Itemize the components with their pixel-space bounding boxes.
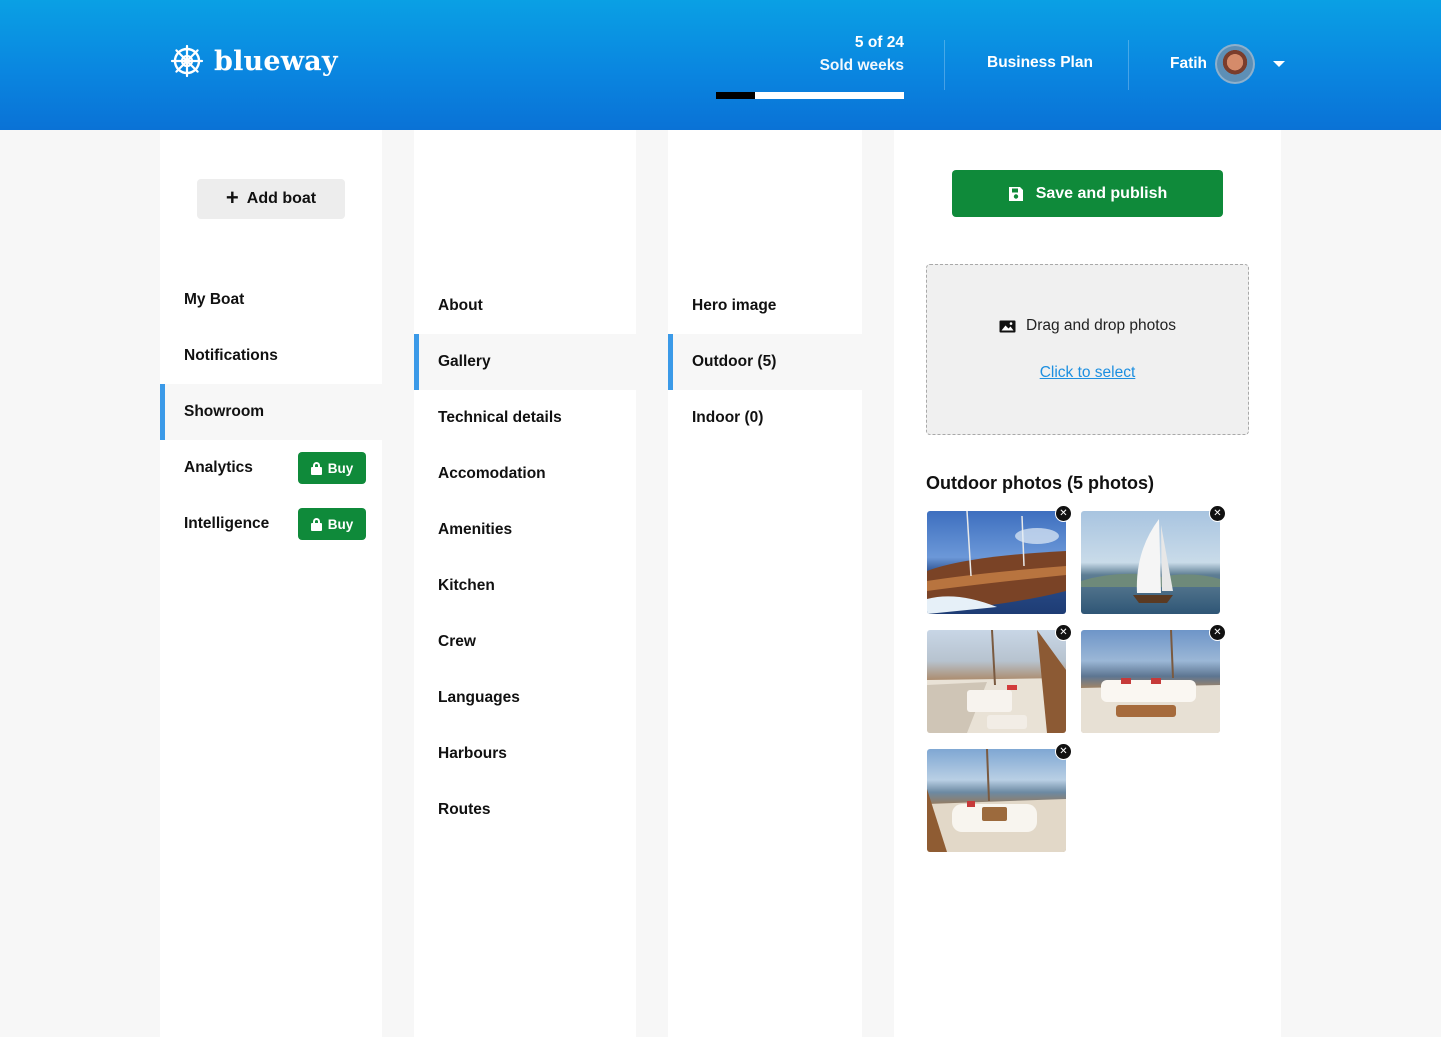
buy-label: Buy — [327, 460, 354, 476]
nav-item-languages[interactable]: Languages — [414, 670, 636, 726]
nav-item-label: Routes — [438, 801, 491, 818]
nav-item-label: Notifications — [184, 347, 278, 364]
header-divider — [944, 40, 945, 90]
sold-weeks-count: 5 of 24 — [854, 34, 904, 51]
nav-item-showroom[interactable]: Showroom — [160, 384, 382, 440]
nav-item-outdoor[interactable]: Outdoor (5) — [668, 334, 862, 390]
photo-thumbnail[interactable]: ✕ — [1081, 624, 1226, 733]
nav-item-label: Showroom — [184, 403, 265, 420]
nav-item-label: Outdoor (5) — [692, 353, 777, 370]
sold-weeks-progress-fill — [716, 92, 756, 99]
click-to-select-link[interactable]: Click to select — [927, 364, 1248, 382]
nav-item-technical-details[interactable]: Technical details — [414, 390, 636, 446]
remove-photo-button[interactable]: ✕ — [1055, 743, 1072, 760]
nav-item-harbours[interactable]: Harbours — [414, 726, 636, 782]
nav-item-label: Harbours — [438, 745, 507, 762]
nav-item-label: Technical details — [438, 409, 562, 426]
save-icon — [1008, 186, 1023, 201]
nav-item-my-boat[interactable]: My Boat — [160, 272, 382, 328]
user-menu[interactable]: Fatih — [1170, 44, 1286, 84]
nav-item-indoor[interactable]: Indoor (0) — [668, 390, 862, 446]
nav-item-about[interactable]: About — [414, 278, 636, 334]
chevron-down-icon — [1273, 61, 1286, 67]
nav-item-routes[interactable]: Routes — [414, 782, 636, 838]
nav-item-kitchen[interactable]: Kitchen — [414, 558, 636, 614]
nav-item-label: Crew — [438, 633, 476, 650]
photos-title: Outdoor photos (5 photos) — [926, 473, 1154, 493]
photo-dropzone[interactable]: Drag and drop photos Click to select — [926, 264, 1249, 435]
business-plan-link[interactable]: Business Plan — [987, 54, 1093, 72]
remove-photo-button[interactable]: ✕ — [1209, 624, 1226, 641]
photo-thumbnail[interactable]: ✕ — [927, 505, 1072, 614]
buy-analytics-button[interactable]: Buy — [298, 452, 366, 484]
logo-text: blueway — [214, 45, 338, 77]
dropzone-text-row: Drag and drop photos — [927, 317, 1248, 335]
lock-icon — [310, 461, 322, 475]
sold-weeks: 5 of 24 Sold weeks — [716, 31, 904, 77]
nav-item-label: Intelligence — [184, 515, 270, 532]
remove-photo-button[interactable]: ✕ — [1055, 505, 1072, 522]
deck-photo — [927, 630, 1066, 733]
remove-photo-button[interactable]: ✕ — [1209, 505, 1226, 522]
deck-lounge-photo — [1081, 630, 1220, 733]
showroom-nav-column: About Gallery Technical details Accomoda… — [414, 130, 636, 1037]
main-nav: My Boat Notifications Showroom Analytics… — [160, 272, 382, 552]
nav-item-label: Kitchen — [438, 577, 495, 594]
main-nav-column: + Add boat My Boat Notifications Showroo… — [160, 130, 382, 1037]
nav-item-amenities[interactable]: Amenities — [414, 502, 636, 558]
photo-thumbnail[interactable]: ✕ — [927, 743, 1072, 852]
nav-item-hero-image[interactable]: Hero image — [668, 278, 862, 334]
plus-icon: + — [225, 185, 239, 210]
nav-item-label: My Boat — [184, 291, 245, 308]
sold-weeks-label: Sold weeks — [819, 57, 904, 74]
nav-item-label: Hero image — [692, 297, 777, 314]
nav-item-gallery[interactable]: Gallery — [414, 334, 636, 390]
ship-wheel-icon — [170, 44, 204, 78]
save-and-publish-button[interactable]: Save and publish — [952, 170, 1223, 217]
buy-intelligence-button[interactable]: Buy — [298, 508, 366, 540]
nav-item-label: Gallery — [438, 353, 491, 370]
add-boat-label: Add boat — [246, 190, 317, 207]
save-label: Save and publish — [1035, 184, 1168, 202]
gallery-editor: Save and publish Drag and drop photos Cl… — [894, 130, 1281, 1037]
add-boat-button[interactable]: + Add boat — [197, 179, 345, 219]
deck-sofa-photo — [927, 749, 1066, 852]
nav-item-intelligence[interactable]: Intelligence Buy — [160, 496, 382, 552]
nav-item-label: Amenities — [438, 521, 513, 538]
logo[interactable]: blueway — [170, 44, 338, 78]
lock-icon — [310, 517, 322, 531]
nav-item-label: Languages — [438, 689, 520, 706]
app-header: blueway 5 of 24 Sold weeks Business Plan… — [0, 0, 1441, 130]
nav-item-label: Analytics — [184, 459, 253, 476]
sailing-yacht-photo — [927, 511, 1066, 614]
nav-item-notifications[interactable]: Notifications — [160, 328, 382, 384]
nav-item-label: About — [438, 297, 483, 314]
photo-thumbnail[interactable]: ✕ — [927, 624, 1072, 733]
photo-thumbnail[interactable]: ✕ — [1081, 505, 1226, 614]
buy-label: Buy — [327, 516, 354, 532]
dropzone-text: Drag and drop photos — [1026, 317, 1176, 334]
sailboat-photo — [1081, 511, 1220, 614]
remove-photo-button[interactable]: ✕ — [1055, 624, 1072, 641]
nav-item-accomodation[interactable]: Accomodation — [414, 446, 636, 502]
nav-item-label: Indoor (0) — [692, 409, 764, 426]
user-name: Fatih — [1170, 55, 1208, 72]
sold-weeks-progress — [716, 92, 904, 99]
avatar — [1215, 44, 1256, 84]
nav-item-analytics[interactable]: Analytics Buy — [160, 440, 382, 496]
image-icon — [999, 320, 1016, 332]
header-divider — [1128, 40, 1129, 90]
gallery-nav-column: Hero image Outdoor (5) Indoor (0) — [668, 130, 862, 1037]
nav-item-crew[interactable]: Crew — [414, 614, 636, 670]
nav-item-label: Accomodation — [438, 465, 546, 482]
gallery-nav: Hero image Outdoor (5) Indoor (0) — [668, 278, 862, 446]
showroom-nav: About Gallery Technical details Accomoda… — [414, 278, 636, 838]
